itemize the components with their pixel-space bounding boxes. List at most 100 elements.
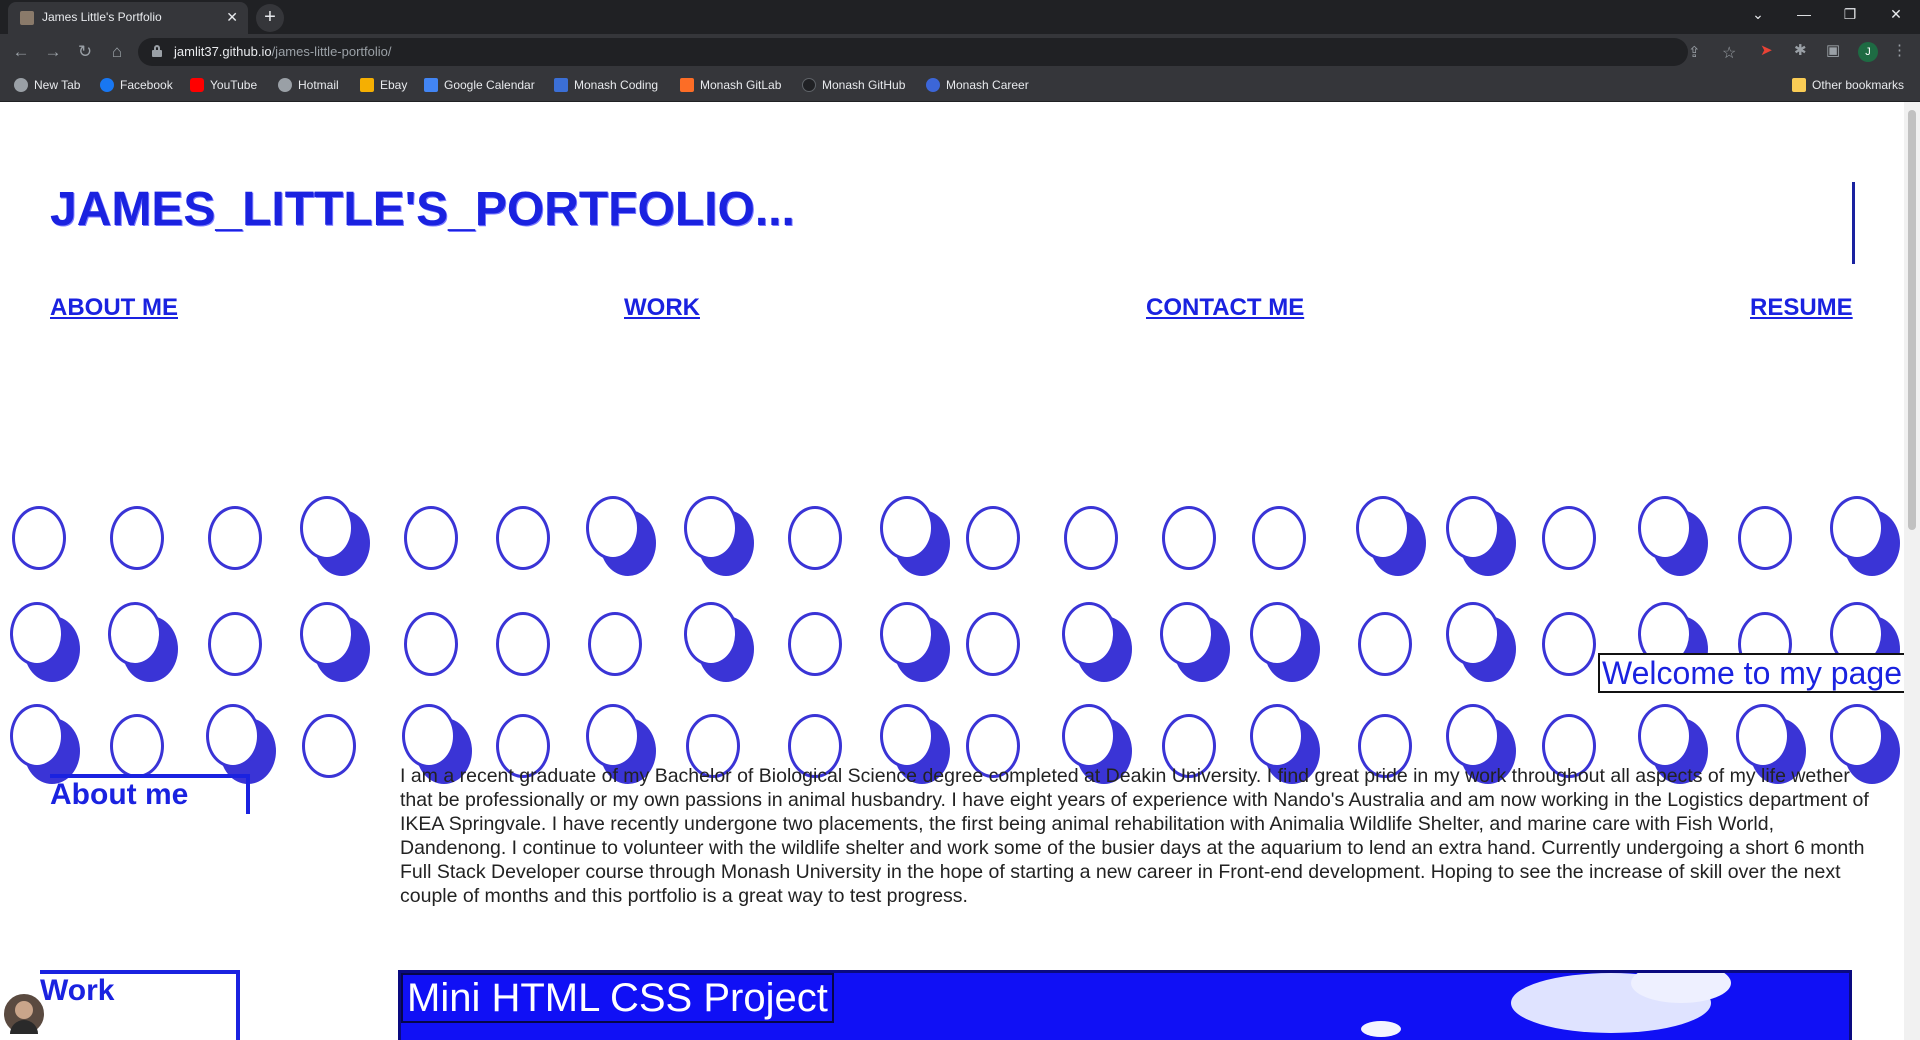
ring-circle-icon: [108, 504, 164, 570]
moon-circle-icon: [300, 602, 370, 682]
circle-ring: [496, 506, 550, 570]
reload-icon[interactable]: ↻: [74, 42, 96, 62]
url-text[interactable]: jamlit37.github.io/james-little-portfoli…: [174, 44, 392, 59]
nav-work[interactable]: WORK: [624, 294, 700, 322]
moon-circle-icon: [1830, 496, 1900, 576]
ebay-icon: [360, 78, 374, 92]
moon-circle-icon: [684, 496, 754, 576]
circle-ring: [1736, 704, 1790, 768]
project-card[interactable]: Mini HTML CSS Project: [398, 970, 1852, 1040]
bookmark-ebay[interactable]: Ebay: [360, 78, 407, 92]
restore-button[interactable]: ❐: [1840, 6, 1860, 23]
new-tab-button[interactable]: +: [256, 4, 284, 32]
work-heading: Work: [40, 970, 240, 1040]
bookmark-monash-gitlab[interactable]: Monash GitLab: [680, 78, 781, 92]
forward-icon[interactable]: →: [42, 42, 64, 62]
header-accent-bar: [1852, 182, 1855, 264]
share-icon[interactable]: ⇪: [1688, 43, 1701, 61]
circle-ring: [496, 612, 550, 676]
circle-ring: [1830, 704, 1884, 768]
moon-circle-icon: [586, 496, 656, 576]
circle-ring: [404, 612, 458, 676]
moon-circle-icon: [300, 496, 370, 576]
circle-ring: [880, 704, 934, 768]
moon-circle-icon: [1356, 496, 1426, 576]
back-icon[interactable]: ←: [10, 42, 32, 62]
profile-avatar[interactable]: J: [1858, 42, 1878, 62]
moon-circle-icon: [1446, 496, 1516, 576]
scroll-thumb[interactable]: [1908, 110, 1916, 530]
bookmark-other[interactable]: Other bookmarks: [1792, 78, 1904, 92]
moon-circle-icon: [1736, 704, 1806, 784]
moon-circle-icon: [1250, 602, 1320, 682]
circle-ring: [880, 496, 934, 560]
bookmark-monash-github[interactable]: Monash GitHub: [802, 78, 905, 92]
close-window-button[interactable]: ✕: [1886, 6, 1906, 23]
avatar[interactable]: [2, 992, 46, 1036]
nav-about-me[interactable]: ABOUT ME: [50, 294, 178, 322]
project-title[interactable]: Mini HTML CSS Project: [401, 973, 834, 1023]
address-bar[interactable]: jamlit37.github.io/james-little-portfoli…: [138, 38, 1736, 66]
bookmark-facebook[interactable]: Facebook: [100, 78, 173, 92]
career-icon: [926, 78, 940, 92]
circle-ring: [1738, 506, 1792, 570]
circle-ring: [1250, 602, 1304, 666]
circle-ring: [108, 602, 162, 666]
circle-ring: [1356, 496, 1410, 560]
nav-resume[interactable]: RESUME: [1750, 294, 1853, 322]
home-icon[interactable]: ⌂: [106, 42, 128, 62]
extension-red-icon[interactable]: ➤: [1760, 41, 1773, 59]
moon-circle-icon: [1638, 496, 1708, 576]
circle-ring: [1250, 704, 1304, 768]
circle-ring: [966, 612, 1020, 676]
tab-title: James Little's Portfolio: [42, 10, 162, 24]
moon-circle-icon: [10, 602, 80, 682]
bookmark-monash-coding[interactable]: Monash Coding: [554, 78, 658, 92]
bookmark-google-calendar[interactable]: Google Calendar: [424, 78, 535, 92]
decorative-circles-banner: [0, 392, 1904, 812]
moon-circle-icon: [1446, 602, 1516, 682]
circle-ring: [1542, 506, 1596, 570]
ring-circle-icon: [1356, 610, 1412, 676]
circle-ring: [302, 714, 356, 778]
circle-ring: [1160, 602, 1214, 666]
ring-circle-icon: [108, 712, 164, 778]
close-tab-icon[interactable]: ✕: [226, 9, 238, 26]
moon-circle-icon: [880, 704, 950, 784]
browser-titlebar: James Little's Portfolio ✕ + ⌄ — ❐ ✕: [0, 0, 1920, 34]
circle-ring: [300, 602, 354, 666]
circle-ring: [788, 506, 842, 570]
circle-ring: [880, 602, 934, 666]
moon-circle-icon: [880, 602, 950, 682]
page-scrollbar[interactable]: [1904, 102, 1920, 1040]
tab-search-icon[interactable]: ⌄: [1748, 6, 1768, 23]
browser-tab[interactable]: James Little's Portfolio ✕: [8, 2, 248, 34]
ring-circle-icon: [786, 504, 842, 570]
ring-circle-icon: [1540, 610, 1596, 676]
ring-circle-icon: [402, 504, 458, 570]
bookmark-monash-career[interactable]: Monash Career: [926, 78, 1029, 92]
extensions-icon[interactable]: ✱: [1794, 41, 1807, 59]
menu-icon[interactable]: ⋮: [1892, 41, 1907, 59]
folder-icon: [1792, 78, 1806, 92]
ring-circle-icon: [206, 504, 262, 570]
bookmark-youtube[interactable]: YouTube: [190, 78, 257, 92]
ring-circle-icon: [786, 610, 842, 676]
facebook-icon: [100, 78, 114, 92]
ring-circle-icon: [206, 610, 262, 676]
ring-circle-icon: [300, 712, 356, 778]
bookmark-new-tab[interactable]: New Tab: [14, 78, 80, 92]
lock-icon[interactable]: [152, 45, 162, 57]
moon-circle-icon: [880, 496, 950, 576]
side-panel-icon[interactable]: ▣: [1826, 41, 1840, 59]
bookmark-hotmail[interactable]: Hotmail: [278, 78, 339, 92]
circle-ring: [10, 704, 64, 768]
ring-circle-icon: [1160, 504, 1216, 570]
nav-contact-me[interactable]: CONTACT ME: [1146, 294, 1304, 322]
minimize-button[interactable]: —: [1794, 6, 1814, 22]
moon-circle-icon: [684, 602, 754, 682]
circle-ring: [402, 704, 456, 768]
tab-favicon-icon: [20, 11, 34, 25]
ring-circle-icon: [1540, 504, 1596, 570]
bookmark-star-icon[interactable]: ☆: [1722, 43, 1736, 63]
